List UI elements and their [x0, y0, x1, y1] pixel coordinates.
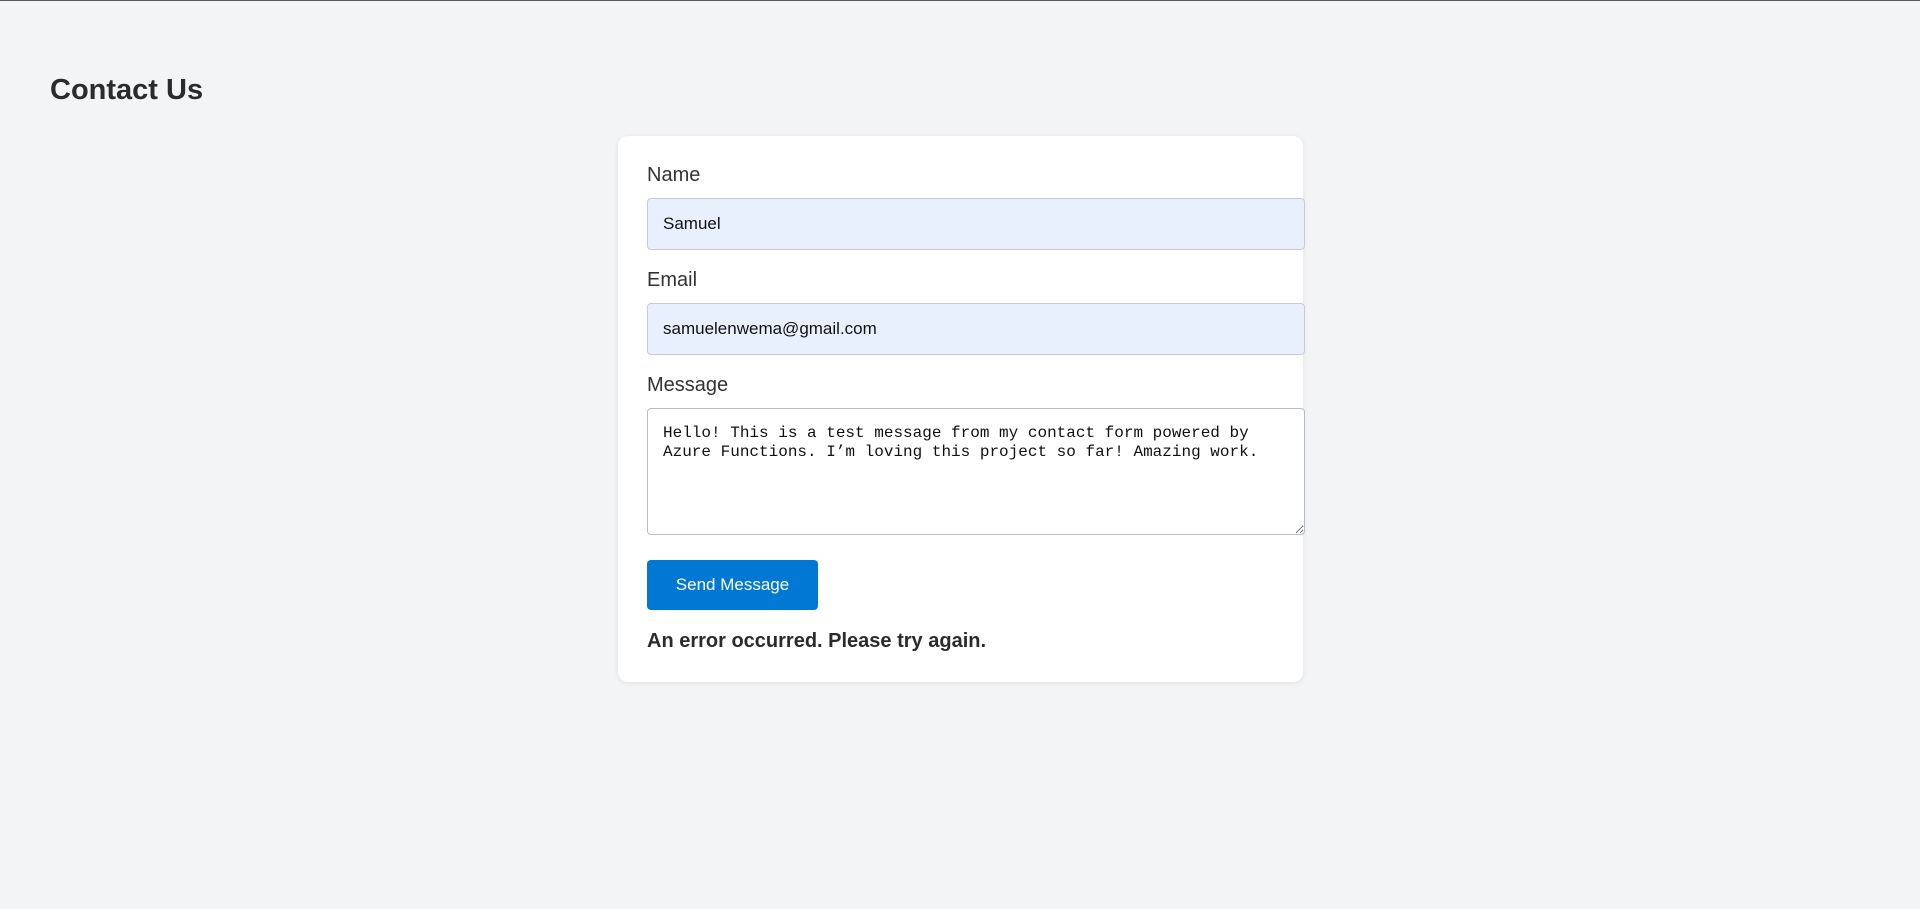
name-label: Name	[647, 164, 701, 186]
contact-form-card: Name Email Message Hello! This is a test…	[618, 136, 1305, 682]
send-message-button[interactable]: Send Message	[647, 560, 818, 610]
email-label: Email	[647, 269, 698, 291]
message-label: Message	[647, 374, 729, 396]
email-input[interactable]	[647, 303, 1305, 355]
name-input[interactable]	[647, 198, 1305, 250]
status-message: An error occurred. Please try again.	[647, 630, 987, 652]
window-top-border	[0, 0, 1920, 1]
page-title: Contact Us	[50, 74, 204, 106]
message-textarea[interactable]: Hello! This is a test message from my co…	[647, 408, 1305, 535]
